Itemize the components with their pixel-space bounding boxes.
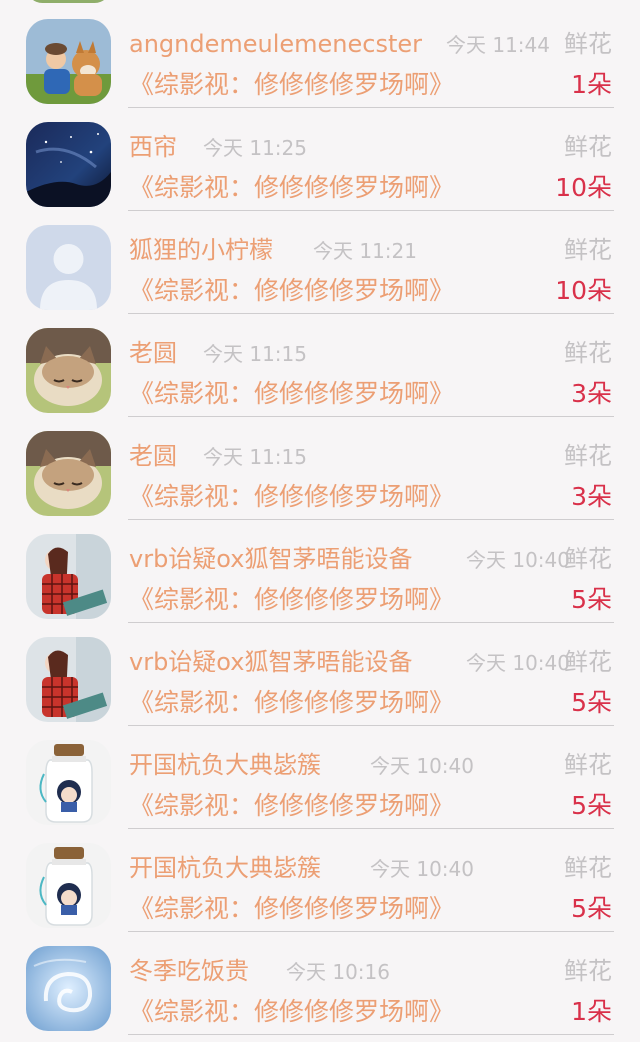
user-name[interactable]: 老圆 — [129, 338, 177, 368]
gift-record-row[interactable]: 开国杭负大典毖簇 今天 10:40 鲜花《综影视：修修修修罗场啊》 5朵 — [0, 843, 640, 946]
flower-count: 3朵 — [571, 379, 612, 408]
row-divider — [128, 931, 614, 932]
avatar[interactable] — [26, 637, 111, 722]
book-title-link[interactable]: 《综影视：修修修修罗场啊》 — [129, 585, 454, 615]
flower-count: 5朵 — [571, 791, 612, 820]
timestamp: 今天 11:44 — [446, 33, 550, 57]
row-divider — [128, 725, 614, 726]
user-name[interactable]: angndemeulemenecster — [129, 29, 422, 59]
flower-count: 1朵 — [571, 70, 612, 99]
avatar[interactable] — [26, 431, 111, 516]
avatar[interactable] — [26, 328, 111, 413]
user-name[interactable]: 狐狸的小柠檬 — [129, 235, 273, 265]
sleeping-cat-icon — [26, 431, 111, 516]
avatar[interactable] — [26, 122, 111, 207]
book-title-link[interactable]: 《综影视：修修修修罗场啊》 — [129, 70, 454, 100]
timestamp: 今天 10:40 — [466, 548, 570, 572]
avatar[interactable] — [26, 843, 111, 928]
avatar[interactable] — [26, 534, 111, 619]
gift-record-row[interactable]: 老圆 今天 11:15 鲜花《综影视：修修修修罗场啊》 3朵 — [0, 431, 640, 534]
timestamp: 今天 10:40 — [370, 857, 474, 881]
gift-record-row[interactable]: 冬季吃饭贵 今天 10:16 鲜花《综影视：修修修修罗场啊》 1朵 — [0, 946, 640, 1042]
user-name[interactable]: 开国杭负大典毖簇 — [129, 750, 321, 780]
gift-type-label: 鲜花 — [564, 236, 612, 264]
avatar[interactable] — [26, 225, 111, 310]
flower-count: 10朵 — [555, 276, 612, 305]
dog-photo-icon — [26, 19, 111, 104]
user-name[interactable]: vrb诒疑ox狐智茅晤能设备 — [129, 544, 412, 574]
user-name[interactable]: vrb诒疑ox狐智茅晤能设备 — [129, 647, 412, 677]
row-divider — [128, 622, 614, 623]
sleeping-cat-icon — [26, 328, 111, 413]
row-divider — [128, 828, 614, 829]
user-name[interactable]: 老圆 — [129, 441, 177, 471]
gift-record-row[interactable]: vrb诒疑ox狐智茅晤能设备 今天 10:40 鲜花《综影视：修修修修罗场啊》 5朵 — [0, 637, 640, 740]
timestamp: 今天 11:15 — [203, 342, 307, 366]
gift-record-list: angndemeulemenecster 今天 11:44 鲜花 《综影视：修修修修罗… — [0, 0, 640, 1042]
flower-count: 5朵 — [571, 585, 612, 614]
timestamp: 今天 11:25 — [203, 136, 307, 160]
row-divider — [128, 210, 614, 211]
row-divider — [128, 313, 614, 314]
gift-record-row[interactable]: vrb诒疑ox狐智茅晤能设备 今天 10:40 鲜花《综影视：修修修修罗场啊》 5朵 — [0, 534, 640, 637]
book-title-link[interactable]: 《综影视：修修修修罗场啊》 — [129, 482, 454, 512]
book-title-link[interactable]: 《综影视：修修修修罗场啊》 — [129, 688, 454, 718]
night-sky-icon — [26, 122, 111, 207]
ice-swirl-icon — [26, 946, 111, 1031]
user-name[interactable]: 冬季吃饭贵 — [129, 956, 249, 986]
gift-type-label: 鲜花 — [564, 751, 612, 779]
avatar[interactable] — [26, 19, 111, 104]
gift-record-row[interactable]: 老圆 今天 11:15 鲜花《综影视：修修修修罗场啊》 3朵 — [0, 328, 640, 431]
timestamp: 今天 10:40 — [466, 651, 570, 675]
row-divider — [128, 107, 614, 108]
book-title-link[interactable]: 《综影视：修修修修罗场啊》 — [129, 173, 454, 203]
flower-count: 5朵 — [571, 894, 612, 923]
girl-plaid-icon — [26, 637, 111, 722]
jar-figure-icon — [26, 843, 111, 928]
avatar[interactable] — [26, 740, 111, 825]
gift-type-label: 鲜花 — [564, 133, 612, 161]
timestamp: 今天 11:15 — [203, 445, 307, 469]
book-title-link[interactable]: 《综影视：修修修修罗场啊》 — [129, 997, 454, 1027]
previous-row-avatar — [26, 0, 111, 3]
gift-record-row[interactable]: 狐狸的小柠檬 今天 11:21 鲜花《综影视：修修修修罗场啊》 10朵 — [0, 225, 640, 328]
row-divider — [128, 1034, 614, 1035]
timestamp: 今天 10:16 — [286, 960, 390, 984]
flower-count: 5朵 — [571, 688, 612, 717]
gift-type-label: 鲜花 — [564, 339, 612, 367]
book-title-link[interactable]: 《综影视：修修修修罗场啊》 — [129, 894, 454, 924]
flower-count: 1朵 — [571, 997, 612, 1026]
avatar[interactable] — [26, 946, 111, 1031]
gift-type-label: 鲜花 — [564, 854, 612, 882]
jar-figure-icon — [26, 740, 111, 825]
user-name[interactable]: 西帘 — [129, 132, 177, 162]
row-divider — [128, 416, 614, 417]
flower-count: 3朵 — [571, 482, 612, 511]
gift-type-label: 鲜花 — [564, 30, 612, 58]
girl-plaid-icon — [26, 534, 111, 619]
gift-record-row[interactable]: 开国杭负大典毖簇 今天 10:40 鲜花《综影视：修修修修罗场啊》 5朵 — [0, 740, 640, 843]
book-title-link[interactable]: 《综影视：修修修修罗场啊》 — [129, 791, 454, 821]
gift-record-row[interactable]: 西帘 今天 11:25 鲜花《综影视：修修修修罗场啊》 10朵 — [0, 122, 640, 225]
row-divider — [128, 519, 614, 520]
gift-type-label: 鲜花 — [564, 442, 612, 470]
gift-record-row[interactable]: angndemeulemenecster 今天 11:44 鲜花《综影视：修修修修罗… — [0, 19, 640, 122]
flower-count: 10朵 — [555, 173, 612, 202]
default-person-icon — [26, 225, 111, 310]
gift-type-label: 鲜花 — [564, 545, 612, 573]
timestamp: 今天 11:21 — [313, 239, 417, 263]
timestamp: 今天 10:40 — [370, 754, 474, 778]
user-name[interactable]: 开国杭负大典毖簇 — [129, 853, 321, 883]
book-title-link[interactable]: 《综影视：修修修修罗场啊》 — [129, 276, 454, 306]
book-title-link[interactable]: 《综影视：修修修修罗场啊》 — [129, 379, 454, 409]
gift-type-label: 鲜花 — [564, 648, 612, 676]
gift-type-label: 鲜花 — [564, 957, 612, 985]
